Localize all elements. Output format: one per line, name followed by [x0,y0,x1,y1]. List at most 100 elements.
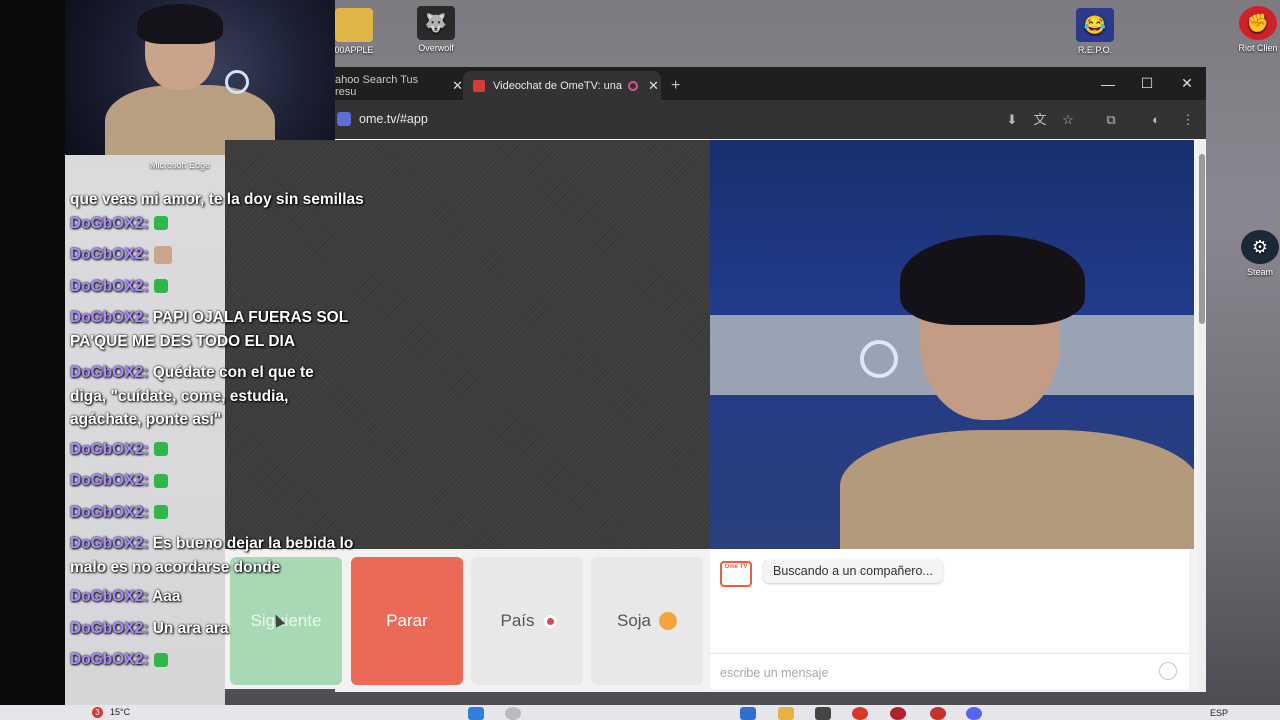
taskbar-app-icon[interactable] [852,707,868,720]
chat-message: DoGbOX2: [70,243,370,267]
stop-button-label: Parar [386,611,428,630]
scrollbar[interactable] [1198,139,1206,692]
chat-username: DoGbOX2: [70,277,149,295]
file-explorer-icon[interactable] [778,707,794,720]
partner-hair [900,235,1085,325]
bookmark-star-icon[interactable]: ☆ [1059,111,1077,129]
chat-username: DoGbOX2: [70,503,149,521]
partner-body [840,430,1194,549]
country-button-label: País [500,611,535,630]
desktop-icon-overwolf[interactable]: 🐺 Overwolf [400,6,472,53]
desktop-icon-label: Riot Clien [1238,43,1278,53]
message-box [710,653,1189,690]
desktop-icon-repo[interactable]: 😂 R.E.P.O. [1059,8,1131,55]
streamer-webcam [65,0,335,155]
emote-icon [154,216,169,231]
url-field[interactable]: ome.tv/#app [359,112,428,126]
emote-icon [154,652,169,667]
chat-username: DoGbOX2: [70,246,149,263]
discord-icon[interactable] [966,707,982,720]
wolf-icon: 🐺 [417,6,455,40]
weather-widget[interactable]: 15°C [110,707,130,717]
tab-label: Videochat de OmeTV: una [493,79,623,92]
emoji-icon[interactable] [1159,662,1177,680]
desktop-icon-riot[interactable]: ✊ Riot Clien [1222,6,1280,53]
chat-message: DoGbOX2: [70,212,370,236]
folder-icon [335,8,373,42]
chat-message: DoGbOX2: [70,501,370,525]
notification-badge: 3 [92,707,103,718]
translate-icon[interactable]: 文 [1031,111,1049,129]
webcam-label: Microsoft Edge [150,160,211,170]
gender-button-label: Soja [616,611,652,630]
stream-chat: que veas mi amor, te la doy sin semillas… [70,188,370,672]
left-black-strip [0,0,65,720]
emote-icon [154,245,173,264]
ometv-favicon-icon [473,79,485,92]
tab-yahoo[interactable]: ahoo Search Tus resu ✕ [335,71,463,100]
close-tab-icon[interactable]: ✕ [452,78,463,94]
desktop-icon-label: Steam [1246,267,1273,277]
emote-icon [154,505,169,520]
chat-message: que veas mi amor, te la doy sin semillas [70,188,370,212]
emote-icon [154,279,169,294]
emote-icon [154,473,169,488]
address-bar: ome.tv/#app ⬇ 文 ☆ ⧉ ◐ ⋮ [335,100,1206,139]
chat-username: DoGbOX2: [70,472,149,489]
search-icon[interactable] [505,707,521,720]
ometv-logo-icon: Ome TV [720,561,752,587]
chat-text: Aaa [152,588,181,605]
riot-icon: ✊ [1239,6,1277,40]
tab-ometv[interactable]: Videochat de OmeTV: una ✕ [463,71,661,100]
chat-text: Un ara ara [152,619,229,637]
extensions-icon[interactable]: ⧉ [1102,111,1120,129]
chat-username: DoGbOX2: [70,440,149,458]
chat-message: DoGbOX2: PAPI OJALA FUERAS SOL PA'QUE ME… [70,306,370,353]
language-indicator[interactable]: ESP [1210,708,1228,718]
desktop-icon-label: Overwolf [418,43,454,53]
chat-message: DoGbOX2: Es bueno dejar la bebida lo mal… [70,532,365,579]
chat-message: DoGbOX2: Un ara ara [70,617,370,641]
chat-message: DoGbOX2: [70,469,370,493]
chat-panel: Ome TV Buscando a un compañero... [710,549,1189,689]
new-tab-button[interactable]: + [671,71,691,100]
chat-message: DoGbOX2: Quédate con el que te diga, "cu… [70,361,340,432]
install-app-icon[interactable]: ⬇ [1003,111,1021,129]
profile-icon[interactable]: ◐ [1147,111,1165,129]
taskbar-app-icon[interactable] [740,707,756,720]
desktop-icon-label: R.E.P.O. [1077,45,1113,55]
chat-username: DoGbOX2: [70,309,149,326]
minimize-button[interactable]: — [1088,67,1128,100]
maximize-button[interactable]: ☐ [1127,67,1167,100]
scrollbar-thumb[interactable] [1199,154,1205,324]
close-tab-icon[interactable]: ✕ [648,78,659,94]
status-message: Buscando a un compañero... [763,559,943,583]
taskbar-app-icon[interactable] [815,707,831,720]
ring-light [225,70,249,94]
chat-message: DoGbOX2: [70,648,370,672]
chat-text: que veas mi amor, te la doy sin semillas [70,191,364,208]
chat-username: DoGbOX2: [70,651,149,668]
chat-username: DoGbOX2: [70,619,149,637]
country-flag-icon [546,617,554,625]
game-icon: 😂 [1076,8,1114,42]
close-window-button[interactable]: ✕ [1167,67,1207,100]
site-info-icon[interactable] [337,112,351,126]
taskbar-app-icon[interactable] [890,707,906,720]
woman-face-icon [659,612,678,630]
start-menu-icon[interactable] [468,707,484,720]
recording-icon [628,80,639,91]
chat-username: DoGbOX2: [70,364,149,381]
gender-button[interactable]: Soja [591,557,703,685]
menu-dots-icon[interactable]: ⋮ [1179,111,1197,129]
taskbar-app-icon[interactable] [930,707,946,720]
desktop-icon-label: 00APPLE [334,45,374,55]
emote-icon [154,442,169,457]
country-button[interactable]: País [471,557,583,685]
chat-message: DoGbOX2: [70,438,370,462]
chat-username: DoGbOX2: [70,535,149,552]
desktop-icon-steam[interactable]: ⚙ Steam [1224,230,1280,277]
message-input[interactable] [718,662,1152,684]
partner-ring-light [860,340,898,378]
chat-username: DoGbOX2: [70,588,149,605]
